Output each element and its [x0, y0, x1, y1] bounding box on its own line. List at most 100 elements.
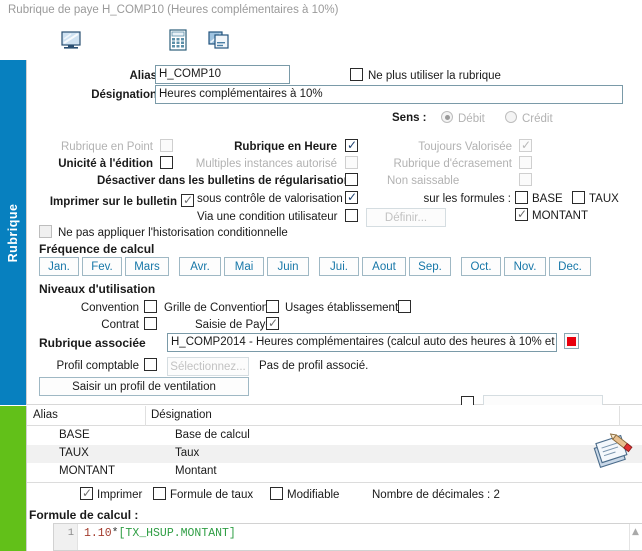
table-row[interactable]: TAUX Taux: [27, 445, 642, 463]
table-row[interactable]: BASE Base de calcul: [27, 427, 642, 445]
convention-label: Convention: [80, 302, 139, 314]
multiples-instances-checkbox: [345, 156, 358, 169]
month-button-sep[interactable]: Sep.: [409, 257, 451, 276]
imprimer-element-label: Imprimer: [97, 489, 143, 501]
multiples-instances-label: Multiples instances autorisé: [195, 158, 337, 170]
formula-editor[interactable]: 1 1.10*[TX_HSUP.MONTANT] ▲: [53, 523, 642, 551]
alias-input[interactable]: H_COMP10: [155, 65, 290, 84]
definir-button: Définir...: [366, 208, 446, 227]
sens-radio-debit-dot: [444, 114, 450, 120]
sens-radio-debit[interactable]: [441, 111, 453, 123]
cell-alias: TAUX: [59, 447, 89, 459]
window-titlebar: Rubrique de paye H_COMP10 (Heures complé…: [0, 0, 642, 22]
profil-comptable-checkbox[interactable]: [144, 358, 157, 371]
sens-radio-credit-label: Crédit: [522, 113, 553, 125]
toolbar: [0, 22, 642, 60]
unicite-edition-checkbox[interactable]: [160, 156, 173, 169]
convention-checkbox[interactable]: [144, 300, 157, 313]
rubrique-panel: Rubrique Alias H_COMP10 Ne plus utiliser…: [0, 60, 642, 405]
saisie-paye-checkbox[interactable]: ✓: [266, 317, 279, 330]
via-condition-label: Via une condition utilisateur: [197, 211, 338, 223]
checkmark-icon: ✓: [521, 138, 532, 152]
grille-convention-checkbox[interactable]: [266, 300, 279, 313]
rubrique-associee-input[interactable]: H_COMP2014 - Heures complémentaires (cal…: [167, 333, 557, 352]
contrat-checkbox[interactable]: [144, 317, 157, 330]
rubrique-ecrasement-label: Rubrique d'écrasement: [393, 158, 512, 170]
clipped-checkbox[interactable]: [461, 396, 474, 405]
month-button-jan[interactable]: Jan.: [39, 257, 79, 276]
designation-input[interactable]: Heures complémentaires à 10%: [155, 85, 623, 104]
saisir-profil-ventilation-button[interactable]: Saisir un profil de ventilation: [39, 377, 249, 396]
rubrique-en-point-label: Rubrique en Point: [60, 141, 153, 153]
rubrique-en-heure-label: Rubrique en Heure: [234, 141, 337, 153]
rubrique-panel-body: Alias H_COMP10 Ne plus utiliser la rubri…: [26, 60, 642, 405]
elements-grid-header: Alias Désignation: [27, 406, 642, 426]
month-button-mars[interactable]: Mars: [125, 257, 169, 276]
checkmark-icon: ✓: [183, 193, 194, 207]
rubrique-en-heure-checkbox[interactable]: ✓: [345, 139, 358, 152]
screen-icon[interactable]: [57, 27, 85, 53]
grid-divider: [27, 482, 642, 483]
column-divider[interactable]: [145, 406, 146, 426]
usages-etablissement-checkbox[interactable]: [398, 300, 411, 313]
formule-de-taux-label: Formule de taux: [170, 489, 254, 501]
formula-token-reference: [TX_HSUP.MONTANT]: [118, 527, 236, 540]
frequence-title: Fréquence de calcul: [39, 242, 155, 256]
month-button-aout[interactable]: Aout: [362, 257, 406, 276]
profil-comptable-label: Profil comptable: [56, 360, 139, 372]
no-longer-use-checkbox[interactable]: [350, 68, 363, 81]
table-row[interactable]: MONTANT Montant: [27, 463, 642, 481]
imprimer-element-checkbox[interactable]: ✓: [80, 487, 93, 500]
ne-pas-historiser-checkbox[interactable]: [39, 225, 52, 238]
sidebar-tab-rubrique-label: Rubrique: [6, 203, 20, 262]
checkmark-icon: ✓: [268, 316, 279, 330]
formula-token-operator: *: [111, 527, 119, 540]
month-button-juin[interactable]: Juin: [267, 257, 309, 276]
windows-icon[interactable]: [205, 27, 233, 53]
column-header-alias[interactable]: Alias: [33, 409, 58, 421]
sur-les-formules-label: sur les formules :: [423, 193, 511, 205]
sidebar-tab-elements[interactable]: [0, 406, 26, 551]
column-header-designation[interactable]: Désignation: [151, 409, 212, 421]
formule-base-checkbox[interactable]: [515, 191, 528, 204]
application-window: Rubrique de paye H_COMP10 (Heures complé…: [0, 0, 642, 551]
month-button-nov[interactable]: Nov.: [504, 257, 546, 276]
via-condition-checkbox[interactable]: [345, 209, 358, 222]
checkmark-icon: ✓: [347, 138, 358, 152]
formula-scrollbar[interactable]: ▲: [629, 524, 642, 550]
clear-associated-rubric-button[interactable]: [564, 333, 579, 349]
sous-controle-checkbox[interactable]: ✓: [345, 191, 358, 204]
notepad-pencil-icon[interactable]: [590, 429, 634, 478]
formule-de-taux-checkbox[interactable]: [153, 487, 166, 500]
desactiver-regul-checkbox[interactable]: [345, 173, 358, 186]
month-button-oct[interactable]: Oct.: [461, 257, 501, 276]
saisie-paye-label: Saisie de Paye: [195, 319, 272, 331]
imprimer-bulletin-checkbox[interactable]: ✓: [181, 194, 194, 207]
month-button-dec[interactable]: Dec.: [549, 257, 591, 276]
modifiable-label: Modifiable: [287, 489, 340, 501]
rubrique-ecrasement-checkbox: [519, 156, 532, 169]
month-button-jui[interactable]: Jui.: [319, 257, 359, 276]
month-button-avr[interactable]: Avr.: [179, 257, 221, 276]
selectionnez-button: Sélectionnez...: [167, 357, 249, 376]
checkmark-icon: ✓: [517, 207, 528, 221]
month-button-fev[interactable]: Fev.: [82, 257, 122, 276]
toujours-valorisee-checkbox: ✓: [519, 139, 532, 152]
unicite-edition-label: Unicité à l'édition: [58, 158, 153, 170]
imprimer-bulletin-label: Imprimer sur le bulletin: [49, 196, 177, 208]
scroll-up-arrow-icon[interactable]: ▲: [632, 527, 639, 537]
month-button-mai[interactable]: Mai: [224, 257, 264, 276]
modifiable-checkbox[interactable]: [270, 487, 283, 500]
column-divider[interactable]: [619, 406, 620, 426]
calculator-icon[interactable]: [164, 27, 192, 53]
formule-montant-label: MONTANT: [532, 210, 589, 222]
rubrique-associee-label: Rubrique associée: [39, 336, 146, 350]
elements-panel-body: Alias Désignation BASE Base de calcul TA…: [26, 406, 642, 551]
cell-designation: Montant: [175, 465, 217, 477]
formule-taux-checkbox[interactable]: [572, 191, 585, 204]
sens-radio-credit[interactable]: [505, 111, 517, 123]
formule-montant-checkbox[interactable]: ✓: [515, 208, 528, 221]
contrat-label: Contrat: [101, 319, 139, 331]
sidebar-tab-rubrique[interactable]: Rubrique: [0, 60, 26, 405]
formula-line[interactable]: 1.10*[TX_HSUP.MONTANT]: [84, 527, 236, 540]
